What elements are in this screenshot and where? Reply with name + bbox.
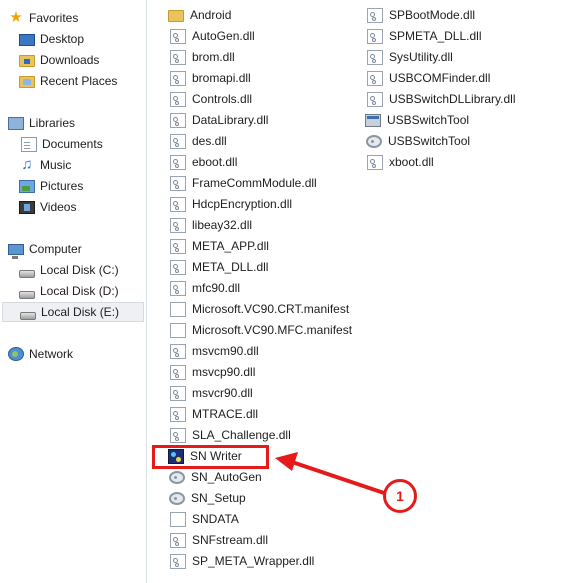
callout-arrow-head: [275, 452, 298, 471]
callout-arrow: [275, 452, 385, 495]
callout-badge: 1: [383, 479, 417, 513]
highlight-box: [152, 445, 269, 469]
callout-arrow-line: [291, 460, 385, 495]
